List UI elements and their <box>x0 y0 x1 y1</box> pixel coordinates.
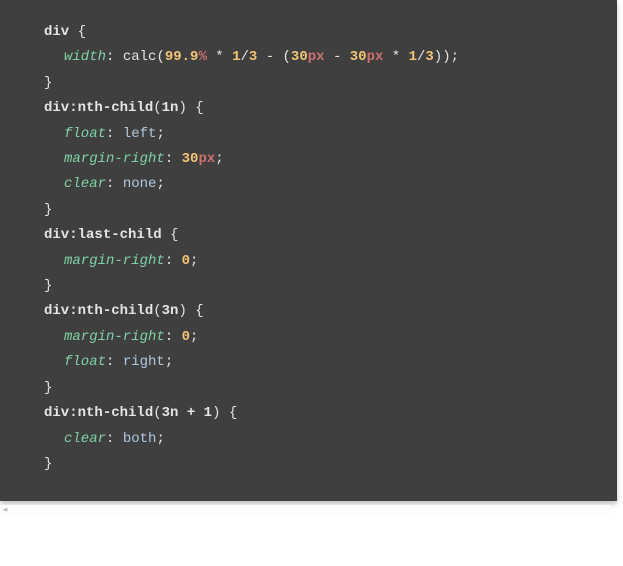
number: 30 <box>182 151 199 167</box>
line-17: clear: both; <box>44 427 599 452</box>
number: 0 <box>182 329 190 345</box>
property: margin-right <box>64 151 165 167</box>
colon: : <box>106 431 123 447</box>
paren-open: ( <box>153 303 161 319</box>
pseudo: :nth-child <box>69 405 153 421</box>
number: 30 <box>291 49 308 65</box>
value: none <box>123 176 157 192</box>
property: clear <box>64 176 106 192</box>
colon: : <box>106 176 123 192</box>
number: 1 <box>409 49 417 65</box>
paren-open: ( <box>153 405 161 421</box>
line-7: clear: none; <box>44 172 599 197</box>
unit: px <box>367 49 384 65</box>
property: float <box>64 126 106 142</box>
brace-close: } <box>44 278 52 294</box>
selector: div <box>44 303 69 319</box>
operator: * <box>207 49 232 65</box>
property: margin-right <box>64 329 165 345</box>
selector: div <box>44 405 69 421</box>
value: left <box>123 126 157 142</box>
semicolon: ; <box>165 354 173 370</box>
pseudo: :last-child <box>69 227 161 243</box>
paren-close: ) <box>178 100 186 116</box>
unit: % <box>198 49 206 65</box>
semicolon: ; <box>156 431 164 447</box>
semicolon: ; <box>215 151 223 167</box>
line-11: } <box>44 274 599 299</box>
property: margin-right <box>64 253 165 269</box>
arg: 1n <box>162 100 179 116</box>
semicolon: ; <box>190 329 198 345</box>
operator: - <box>257 49 282 65</box>
paren-open: ( <box>156 49 164 65</box>
line-5: float: left; <box>44 122 599 147</box>
line-15: } <box>44 376 599 401</box>
brace-close: } <box>44 75 52 91</box>
property: clear <box>64 431 106 447</box>
brace-open: { <box>162 227 179 243</box>
paren-close: ) <box>442 49 450 65</box>
line-4: div:nth-child(1n) { <box>44 96 599 121</box>
arg: 3n <box>162 303 179 319</box>
paren-open: ( <box>283 49 291 65</box>
colon: : <box>165 151 182 167</box>
unit: px <box>198 151 215 167</box>
line-1: div { <box>44 20 599 45</box>
semicolon: ; <box>451 49 459 65</box>
brace-open: { <box>69 24 86 40</box>
property: width <box>64 49 106 65</box>
property: float <box>64 354 106 370</box>
pseudo: :nth-child <box>69 100 153 116</box>
colon: : <box>106 49 123 65</box>
paren-close: ) <box>434 49 442 65</box>
line-8: } <box>44 198 599 223</box>
selector: div <box>44 24 69 40</box>
selector: div <box>44 100 69 116</box>
number: 99.9 <box>165 49 199 65</box>
paren-open: ( <box>153 100 161 116</box>
colon: : <box>165 329 182 345</box>
brace-close: } <box>44 202 52 218</box>
number: 0 <box>182 253 190 269</box>
value: both <box>123 431 157 447</box>
operator: * <box>383 49 408 65</box>
line-2: width: calc(99.9% * 1/3 - (30px - 30px *… <box>44 45 599 70</box>
line-10: margin-right: 0; <box>44 249 599 274</box>
line-3: } <box>44 71 599 96</box>
operator: - <box>325 49 350 65</box>
horizontal-scrollbar[interactable]: ◄ <box>0 505 611 517</box>
line-13: margin-right: 0; <box>44 325 599 350</box>
function: calc <box>123 49 157 65</box>
line-12: div:nth-child(3n) { <box>44 299 599 324</box>
unit: px <box>308 49 325 65</box>
colon: : <box>165 253 182 269</box>
semicolon: ; <box>156 126 164 142</box>
line-6: margin-right: 30px; <box>44 147 599 172</box>
semicolon: ; <box>156 176 164 192</box>
brace-open: { <box>220 405 237 421</box>
line-14: float: right; <box>44 350 599 375</box>
arg: 3n + 1 <box>162 405 212 421</box>
value: right <box>123 354 165 370</box>
semicolon: ; <box>190 253 198 269</box>
selector: div <box>44 227 69 243</box>
colon: : <box>106 126 123 142</box>
number: 30 <box>350 49 367 65</box>
brace-open: { <box>187 100 204 116</box>
line-18: } <box>44 452 599 477</box>
colon: : <box>106 354 123 370</box>
code-block: div { width: calc(99.9% * 1/3 - (30px - … <box>0 0 617 501</box>
line-16: div:nth-child(3n + 1) { <box>44 401 599 426</box>
brace-open: { <box>187 303 204 319</box>
number: 3 <box>425 49 433 65</box>
slash: / <box>240 49 248 65</box>
paren-close: ) <box>178 303 186 319</box>
brace-close: } <box>44 456 52 472</box>
line-9: div:last-child { <box>44 223 599 248</box>
brace-close: } <box>44 380 52 396</box>
pseudo: :nth-child <box>69 303 153 319</box>
scrollbar-grip-icon: ◄ <box>2 508 7 513</box>
